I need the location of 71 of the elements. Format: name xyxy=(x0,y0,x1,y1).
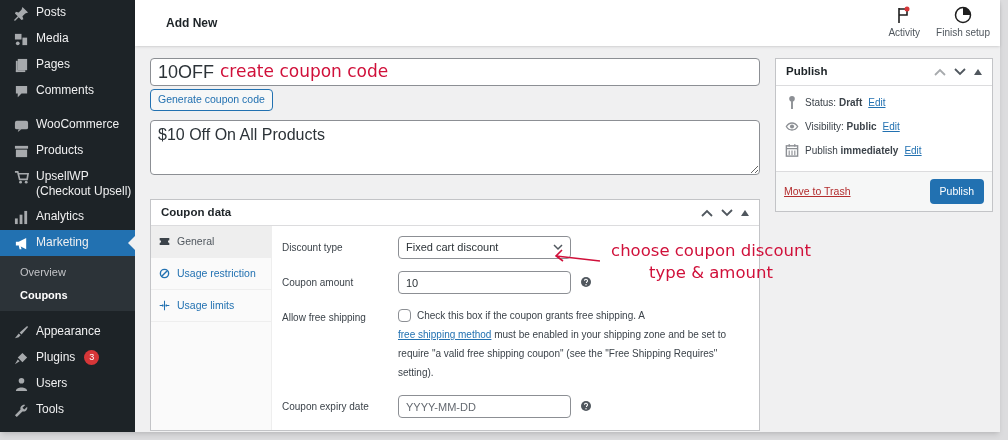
menu-item[interactable]: Analytics xyxy=(0,204,135,230)
archive-icon xyxy=(14,144,29,159)
panel-title: Coupon data xyxy=(161,204,232,220)
bar-chart-icon xyxy=(14,210,29,225)
help-icon[interactable] xyxy=(581,277,591,287)
menu-item[interactable]: Marketing xyxy=(0,230,135,256)
menu-item[interactable]: Tools xyxy=(0,397,135,423)
cart-icon xyxy=(14,170,29,185)
field-label: Discount type xyxy=(282,241,344,255)
tab[interactable]: General xyxy=(151,226,271,258)
status-text: Status: Draft xyxy=(805,96,863,110)
pages-icon xyxy=(14,58,29,73)
media-icon xyxy=(14,32,29,47)
field-label: Coupon expiry date xyxy=(282,400,370,414)
submenu-item[interactable]: Overview xyxy=(0,261,135,284)
menu-item[interactable]: Comments xyxy=(0,78,135,104)
edit-link[interactable]: Edit xyxy=(882,119,900,134)
discount-type-dropdown[interactable]: Fixed cart discount xyxy=(398,236,571,259)
progress-ring-icon xyxy=(954,6,973,24)
coupon-code-field[interactable]: 10OFF create coupon code xyxy=(150,58,760,86)
arrows-icon xyxy=(159,300,170,311)
move-to-trash-link[interactable]: Move to Trash xyxy=(784,183,851,200)
link[interactable]: free shipping method xyxy=(398,329,492,340)
toolbar-button[interactable]: Finish setup xyxy=(934,6,992,40)
edit-link[interactable]: Edit xyxy=(904,143,922,158)
submenu-item[interactable]: Coupons xyxy=(0,283,135,306)
input-field[interactable]: YYYY-MM-DD xyxy=(398,395,571,418)
menu-item[interactable]: Posts xyxy=(0,0,135,26)
chevron-up-icon[interactable] xyxy=(701,208,713,217)
prohibited-icon xyxy=(159,268,170,279)
menu-item[interactable]: WooCommerce xyxy=(0,112,135,138)
megaphone-icon xyxy=(14,236,29,251)
collapse-icon[interactable] xyxy=(974,69,982,75)
menu-item[interactable]: Plugins 3 xyxy=(0,345,135,371)
user-icon xyxy=(14,377,29,392)
edit-link[interactable]: Edit xyxy=(868,95,886,110)
ticket-icon xyxy=(159,236,170,247)
checkbox-description: Check this box if the coupon grants free shipping. A free shipping method must be enabled in your shipping zone and be set to require "a valid free shipping coupon" (see the "Free Shipping Requires" setting). xyxy=(398,307,727,380)
chevron-down-icon[interactable] xyxy=(721,208,733,217)
wrench-icon xyxy=(14,403,29,418)
status-text: Visibility: Public xyxy=(805,120,877,134)
checkbox[interactable] xyxy=(398,308,411,322)
menu-item[interactable]: UpsellWP (Checkout Upsell) xyxy=(0,164,135,204)
pin-icon xyxy=(14,6,29,21)
menu-item[interactable]: Products xyxy=(0,138,135,164)
chevron-down-icon[interactable] xyxy=(954,68,966,76)
page-title: Add New xyxy=(166,15,218,32)
brush-icon xyxy=(14,325,29,340)
annotation-text: choose coupon discount type & amount xyxy=(610,240,812,284)
chevron-down-icon xyxy=(553,244,563,251)
annotation-arrow xyxy=(554,249,601,264)
publish-button[interactable]: Publish xyxy=(929,179,984,204)
description-field[interactable]: $10 Off On All Products xyxy=(150,120,760,175)
calendar-icon xyxy=(785,143,799,158)
menu-item[interactable]: Appearance xyxy=(0,319,135,345)
field-label: Allow free shipping xyxy=(282,311,367,325)
status-text: Publish immediately xyxy=(805,144,899,158)
speech-bubble-icon xyxy=(14,84,29,99)
toolbar-button[interactable]: Activity xyxy=(886,6,923,40)
menu-item[interactable]: Media xyxy=(0,26,135,52)
menu-item[interactable]: Pages xyxy=(0,52,135,78)
count-badge: 3 xyxy=(84,350,100,365)
eye-icon xyxy=(785,119,799,134)
collapse-icon[interactable] xyxy=(741,209,749,216)
annotation-text: create coupon code xyxy=(220,60,389,84)
generate-coupon-button[interactable]: Generate coupon code xyxy=(150,89,273,111)
panel-title: Publish xyxy=(786,64,828,80)
help-icon[interactable] xyxy=(581,401,591,411)
input-field[interactable]: 10 xyxy=(398,271,571,294)
field-label: Coupon amount xyxy=(282,276,355,290)
menu-item[interactable]: Users xyxy=(0,371,135,397)
